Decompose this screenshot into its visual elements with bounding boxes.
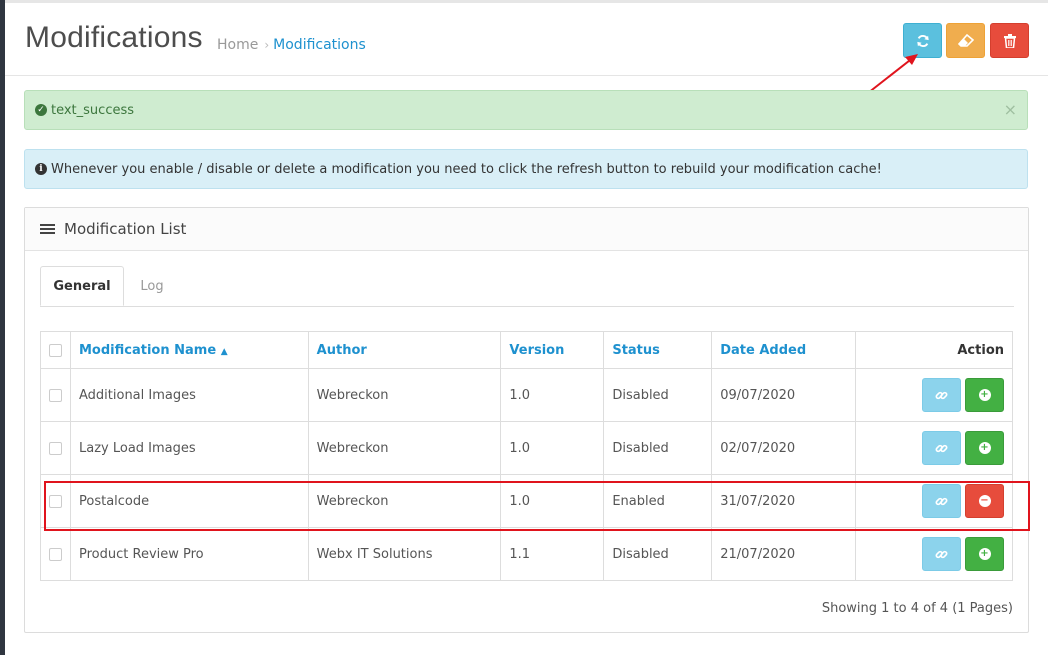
link-button[interactable] (922, 484, 961, 518)
author-cell: Webreckon (307, 368, 502, 422)
enable-button[interactable]: + (965, 431, 1004, 465)
modification-name: Additional Images (70, 368, 309, 422)
trash-icon (1003, 33, 1016, 48)
modification-table: Modification Name ▲ Author Version Statu… (40, 331, 1013, 581)
refresh-button[interactable] (903, 23, 942, 58)
status-cell: Disabled (603, 368, 713, 422)
info-circle-icon: i (35, 163, 47, 175)
link-icon (935, 444, 948, 452)
action-cell: + (855, 421, 1013, 475)
disable-button[interactable]: − (965, 484, 1004, 518)
table-header-row: Modification Name ▲ Author Version Statu… (40, 331, 1013, 369)
enable-button[interactable]: + (965, 378, 1004, 412)
tab-log[interactable]: Log (124, 266, 180, 306)
column-header-name[interactable]: Modification Name ▲ (70, 331, 309, 369)
close-icon[interactable]: × (1004, 100, 1017, 119)
row-checkbox[interactable] (49, 494, 62, 508)
table-row: Postalcode Webreckon 1.0 Enabled 31/07/2… (40, 474, 1013, 528)
version-cell: 1.0 (500, 421, 605, 475)
modification-name: Lazy Load Images (70, 421, 309, 475)
plus-circle-icon: + (978, 442, 991, 454)
tab-bar: General Log (40, 266, 1014, 307)
success-alert-text: text_success (51, 102, 135, 118)
select-all-checkbox[interactable] (49, 343, 62, 357)
plus-circle-icon: + (978, 548, 991, 560)
tab-general[interactable]: General (40, 266, 124, 306)
page-title: Modifications (25, 21, 203, 54)
author-cell: Webreckon (307, 474, 502, 528)
link-button[interactable] (922, 537, 961, 571)
link-button[interactable] (922, 431, 961, 465)
select-all-cell (40, 331, 71, 369)
version-cell: 1.0 (500, 368, 605, 422)
action-cell: + (855, 527, 1013, 581)
date-cell: 21/07/2020 (711, 527, 857, 581)
delete-button[interactable] (990, 23, 1029, 58)
modification-name: Product Review Pro (70, 527, 309, 581)
column-header-author[interactable]: Author (307, 331, 502, 369)
breadcrumb-home-link[interactable]: Home (217, 37, 258, 53)
breadcrumb: Home › Modifications (217, 37, 366, 53)
link-button[interactable] (922, 378, 961, 412)
date-cell: 09/07/2020 (711, 368, 857, 422)
date-cell: 02/07/2020 (711, 421, 857, 475)
table-row: Lazy Load Images Webreckon 1.0 Disabled … (40, 421, 1013, 475)
breadcrumb-separator-icon: › (264, 38, 270, 52)
status-cell: Enabled (603, 474, 713, 528)
link-icon (935, 497, 948, 505)
date-cell: 31/07/2020 (711, 474, 857, 528)
plus-circle-icon: + (978, 389, 991, 401)
table-row: Additional Images Webreckon 1.0 Disabled… (40, 368, 1013, 422)
info-alert-text: Whenever you enable / disable or delete … (51, 161, 882, 177)
author-cell: Webx IT Solutions (307, 527, 502, 581)
breadcrumb-current-link[interactable]: Modifications (273, 37, 366, 53)
link-icon (935, 391, 948, 399)
author-cell: Webreckon (307, 421, 502, 475)
check-circle-icon: ✓ (35, 104, 47, 116)
list-icon (40, 222, 55, 236)
row-checkbox[interactable] (49, 388, 62, 402)
status-cell: Disabled (603, 527, 713, 581)
modification-name: Postalcode (70, 474, 309, 528)
version-cell: 1.1 (500, 527, 605, 581)
sidebar-edge (0, 0, 5, 655)
column-header-date[interactable]: Date Added (711, 331, 857, 369)
column-header-version[interactable]: Version (500, 331, 605, 369)
panel-title: Modification List (64, 220, 187, 238)
table-row: Product Review Pro Webx IT Solutions 1.1… (40, 527, 1013, 581)
row-checkbox[interactable] (49, 547, 62, 561)
refresh-icon (916, 34, 929, 47)
row-checkbox[interactable] (49, 441, 62, 455)
status-cell: Disabled (603, 421, 713, 475)
sort-ascending-icon: ▲ (220, 346, 228, 357)
info-alert: i Whenever you enable / disable or delet… (24, 149, 1028, 189)
enable-button[interactable]: + (965, 537, 1004, 571)
minus-circle-icon: − (978, 495, 991, 507)
action-cell: + (855, 368, 1013, 422)
version-cell: 1.0 (500, 474, 605, 528)
success-alert: ✓ text_success × (24, 90, 1028, 130)
modification-list-panel: Modification List General Log Modificati… (24, 207, 1029, 633)
column-header-status[interactable]: Status (603, 331, 713, 369)
column-header-action: Action (855, 331, 1013, 369)
page-header: Modifications Home › Modifications (5, 3, 1048, 76)
panel-heading: Modification List (25, 208, 1028, 251)
link-icon (935, 550, 948, 558)
eraser-icon (957, 33, 974, 47)
clear-cache-button[interactable] (946, 23, 985, 58)
action-cell: − (855, 474, 1013, 528)
pagination-summary: Showing 1 to 4 of 4 (1 Pages) (821, 601, 1013, 616)
